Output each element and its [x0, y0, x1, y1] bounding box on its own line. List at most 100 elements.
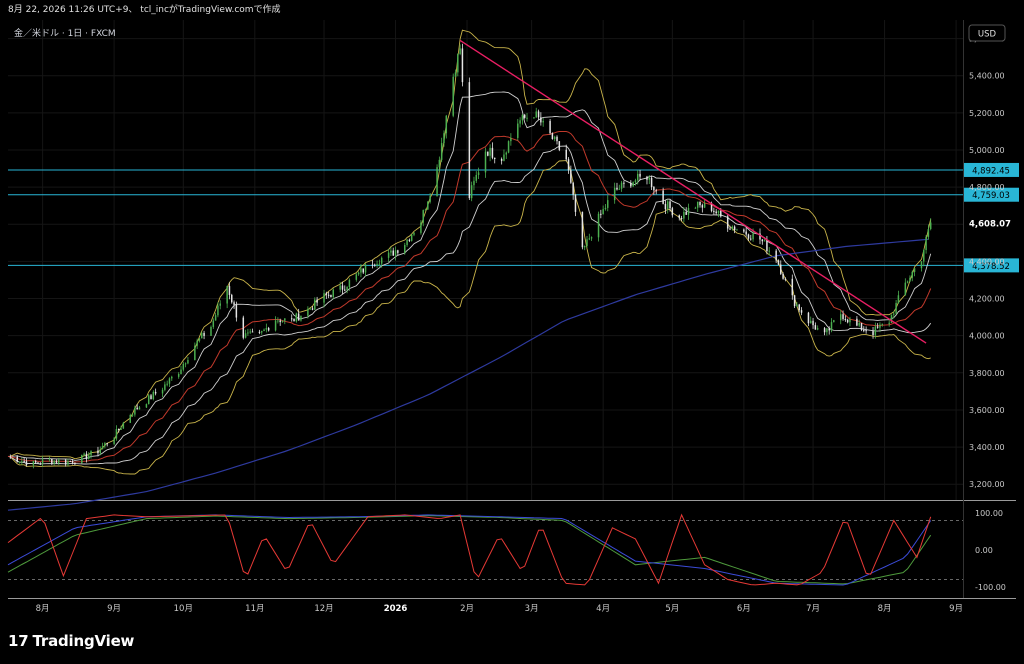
price-tick-label: 5,000.00	[969, 146, 1005, 155]
candle-body	[720, 210, 722, 217]
candle-body	[392, 250, 394, 256]
candle-body	[736, 229, 738, 231]
candle-body	[620, 182, 623, 189]
horizontal-level-label: 4,892.45	[972, 166, 1010, 176]
candle-body	[113, 438, 115, 444]
candle-body	[565, 149, 567, 160]
candle-body	[166, 383, 168, 385]
candle-body	[217, 305, 219, 316]
chart-canvas[interactable]: 4,892.454,759.034,378.52 5,600.005,400.0…	[0, 0, 1024, 618]
candle-body	[784, 278, 787, 280]
candle-body	[616, 187, 618, 190]
candle-body	[145, 404, 148, 408]
candle-body	[438, 159, 441, 168]
candle-body	[849, 318, 851, 323]
candle-body	[408, 239, 411, 241]
candle-body	[491, 147, 494, 158]
price-tick-label: 4,400.00	[969, 257, 1005, 266]
candle-body	[551, 133, 554, 140]
candle-body	[752, 233, 754, 240]
candle-body	[457, 53, 459, 73]
candle-body	[888, 322, 890, 324]
oscillator-tick-label: 0.00	[975, 546, 993, 555]
candle-body	[87, 455, 90, 459]
candle-body	[846, 319, 849, 323]
candle-body	[122, 422, 125, 429]
candle-body	[235, 304, 238, 318]
candle-body	[152, 391, 155, 400]
candle-body	[775, 250, 777, 261]
oscillator-tick-label: -100.00	[975, 583, 1006, 592]
candle-body	[25, 461, 28, 466]
candle-body	[650, 177, 653, 187]
candle-body	[733, 226, 736, 230]
candle-body	[685, 212, 687, 215]
price-tick-label: 5,400.00	[969, 72, 1005, 81]
candle-body	[553, 136, 556, 140]
candle-body	[607, 200, 609, 208]
candle-body	[440, 143, 443, 160]
candle-body	[219, 303, 221, 306]
candle-body	[410, 234, 413, 241]
candle-body	[85, 453, 88, 459]
candle-body	[233, 302, 235, 305]
candle-body	[194, 345, 196, 361]
candle-body	[131, 414, 134, 416]
tradingview-logo[interactable]: 17 TradingView	[8, 632, 134, 650]
time-tick-label: 4月	[596, 604, 610, 614]
candle-body	[780, 264, 782, 274]
candle-body	[726, 216, 729, 229]
candle-body	[196, 340, 198, 346]
candle-body	[23, 461, 25, 463]
candle-body	[355, 274, 358, 280]
candle-body	[823, 328, 826, 333]
candle-body	[662, 190, 664, 204]
candle-body	[782, 273, 784, 279]
candle-body	[201, 332, 203, 339]
candle-body	[136, 407, 138, 410]
candle-body	[293, 318, 295, 322]
candle-body	[904, 282, 907, 296]
candle-body	[703, 203, 706, 208]
candle-body	[519, 120, 521, 124]
candle-body	[164, 384, 166, 390]
candle-body	[505, 152, 508, 155]
candle-body	[150, 395, 152, 400]
candle-body	[364, 264, 367, 273]
candle-body	[344, 289, 346, 291]
candle-body	[537, 111, 540, 118]
candle-body	[906, 281, 909, 283]
candle-body	[842, 314, 844, 320]
candle-body	[34, 460, 37, 463]
candle-body	[309, 308, 311, 310]
candle-body	[807, 312, 810, 324]
candle-body	[540, 117, 542, 123]
candle-body	[39, 463, 42, 465]
oscillator-axis: 100.00 0.00 -100.00	[975, 509, 1006, 592]
candle-body	[671, 208, 674, 216]
price-tick-label: 5,200.00	[969, 109, 1005, 118]
price-tick-label: 3,800.00	[969, 369, 1005, 378]
candle-body	[290, 318, 293, 320]
candle-body	[247, 332, 249, 334]
candle-body	[927, 229, 930, 237]
symbol-legend: 金／米ドル · 1日 · FXCM	[14, 27, 116, 39]
currency-label: USD	[978, 30, 997, 40]
candle-body	[452, 76, 454, 116]
candle-body	[477, 172, 480, 176]
candle-body	[258, 331, 261, 333]
candle-body	[397, 250, 399, 253]
candle-body	[445, 115, 448, 134]
candle-body	[249, 331, 251, 333]
candle-body	[729, 228, 731, 230]
candle-body	[865, 330, 867, 332]
candle-body	[115, 428, 118, 439]
candle-body	[604, 207, 607, 210]
candle-body	[376, 263, 378, 266]
candle-body	[618, 188, 621, 190]
candle-body	[581, 211, 584, 248]
candle-body	[484, 151, 487, 173]
currency-button[interactable]: USD	[968, 24, 1006, 42]
candle-body	[277, 320, 279, 322]
candle-body	[231, 294, 233, 303]
